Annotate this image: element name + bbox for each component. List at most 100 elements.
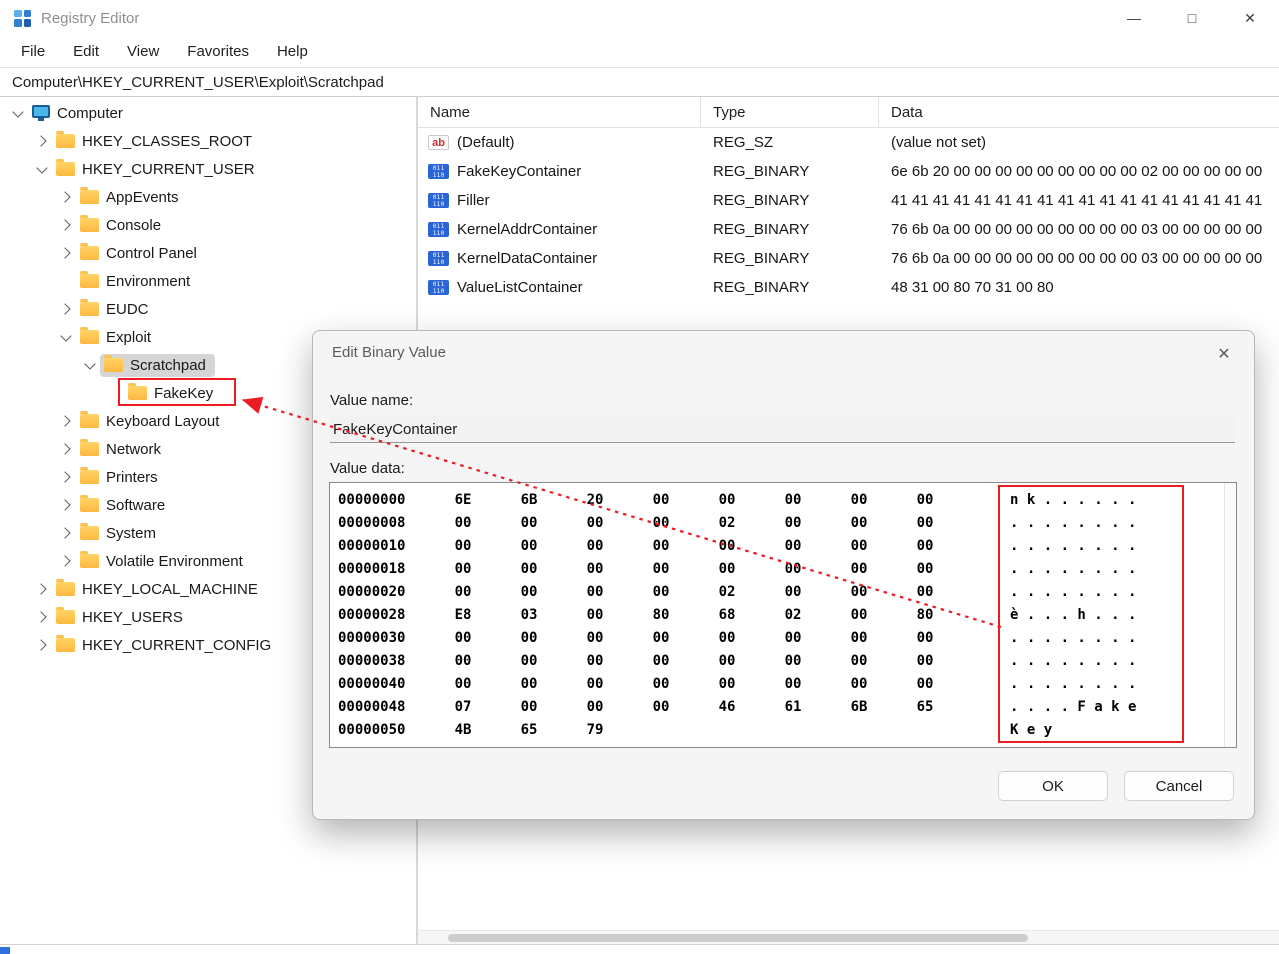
hex-byte[interactable]: 6E xyxy=(430,492,496,508)
chevron-down-icon[interactable] xyxy=(56,335,76,340)
hex-byte[interactable]: 00 xyxy=(892,561,958,577)
dialog-close-icon[interactable]: ✕ xyxy=(1208,340,1240,368)
hex-ascii[interactable]: . . . . . . . . xyxy=(958,561,1223,577)
hex-byte[interactable]: 00 xyxy=(628,492,694,508)
hex-byte[interactable]: 00 xyxy=(694,676,760,692)
hex-byte[interactable]: 00 xyxy=(826,676,892,692)
chevron-right-icon[interactable] xyxy=(56,417,76,425)
horizontal-scrollbar-thumb[interactable] xyxy=(448,934,1028,942)
hex-byte[interactable]: 80 xyxy=(892,607,958,623)
chevron-down-icon[interactable] xyxy=(80,363,100,368)
list-row-kerneldatacontainer[interactable]: 011110KernelDataContainerREG_BINARY76 6b… xyxy=(418,244,1279,273)
chevron-right-icon[interactable] xyxy=(32,613,52,621)
hex-byte[interactable]: 00 xyxy=(826,538,892,554)
list-row-valuelistcontainer[interactable]: 011110ValueListContainerREG_BINARY48 31 … xyxy=(418,273,1279,302)
hex-byte[interactable]: 00 xyxy=(826,561,892,577)
hex-byte[interactable]: 00 xyxy=(430,584,496,600)
hex-byte[interactable]: 00 xyxy=(430,561,496,577)
hex-byte[interactable]: E8 xyxy=(430,607,496,623)
hex-byte[interactable]: 07 xyxy=(430,699,496,715)
hex-byte[interactable]: 61 xyxy=(760,699,826,715)
hex-byte[interactable]: 00 xyxy=(760,653,826,669)
hex-byte[interactable]: 00 xyxy=(826,653,892,669)
hex-byte[interactable]: 00 xyxy=(628,584,694,600)
minimize-icon[interactable]: — xyxy=(1105,0,1163,36)
chevron-right-icon[interactable] xyxy=(56,445,76,453)
horizontal-scrollbar-track[interactable] xyxy=(418,930,1279,944)
chevron-right-icon[interactable] xyxy=(56,221,76,229)
menu-item-favorites[interactable]: Favorites xyxy=(174,39,262,64)
hex-byte[interactable]: 00 xyxy=(430,630,496,646)
hex-byte[interactable]: 00 xyxy=(760,676,826,692)
hex-byte[interactable]: 00 xyxy=(760,515,826,531)
hex-byte[interactable]: 20 xyxy=(562,492,628,508)
hex-ascii[interactable]: . . . . . . . . xyxy=(958,515,1223,531)
hex-byte[interactable]: 00 xyxy=(826,630,892,646)
hex-byte[interactable]: 00 xyxy=(496,676,562,692)
hex-byte[interactable]: 00 xyxy=(892,653,958,669)
hex-byte[interactable]: 4B xyxy=(430,722,496,738)
list-row-kerneladdrcontainer[interactable]: 011110KernelAddrContainerREG_BINARY76 6b… xyxy=(418,215,1279,244)
hex-byte[interactable]: 00 xyxy=(496,584,562,600)
hex-byte[interactable]: 00 xyxy=(562,515,628,531)
hex-byte[interactable]: 00 xyxy=(628,676,694,692)
hex-byte[interactable]: 00 xyxy=(826,515,892,531)
hex-byte[interactable]: 00 xyxy=(562,561,628,577)
hex-byte[interactable]: 00 xyxy=(496,561,562,577)
hex-byte[interactable]: 00 xyxy=(496,653,562,669)
chevron-right-icon[interactable] xyxy=(56,249,76,257)
column-header-data[interactable]: Data xyxy=(879,97,1279,127)
hex-byte[interactable]: 00 xyxy=(496,699,562,715)
hex-byte[interactable]: 00 xyxy=(496,515,562,531)
hex-byte[interactable]: 00 xyxy=(628,538,694,554)
hex-byte[interactable]: 00 xyxy=(562,538,628,554)
hex-byte[interactable]: 00 xyxy=(826,607,892,623)
column-header-type[interactable]: Type xyxy=(701,97,879,127)
hex-byte[interactable]: 68 xyxy=(694,607,760,623)
hex-ascii[interactable]: . . . . . . . . xyxy=(958,676,1223,692)
chevron-right-icon[interactable] xyxy=(56,305,76,313)
list-row-fakekeycontainer[interactable]: 011110FakeKeyContainerREG_BINARY6e 6b 20… xyxy=(418,157,1279,186)
hex-byte[interactable]: 00 xyxy=(562,584,628,600)
hex-byte[interactable]: 6B xyxy=(496,492,562,508)
hex-byte[interactable]: 00 xyxy=(628,653,694,669)
hex-byte[interactable]: 00 xyxy=(760,630,826,646)
hex-byte[interactable]: 00 xyxy=(430,653,496,669)
hex-byte[interactable]: 65 xyxy=(496,722,562,738)
hex-byte[interactable]: 00 xyxy=(826,584,892,600)
hex-ascii[interactable]: n k . . . . . . xyxy=(958,492,1223,508)
maximize-icon[interactable]: □ xyxy=(1163,0,1221,36)
hex-ascii[interactable]: è . . . h . . . xyxy=(958,607,1223,623)
column-header-name[interactable]: Name xyxy=(418,97,701,127)
value-name-field[interactable]: FakeKeyContainer xyxy=(330,416,1235,443)
hex-byte[interactable]: 03 xyxy=(496,607,562,623)
hex-ascii[interactable]: . . . . F a k e xyxy=(958,699,1223,715)
hex-byte[interactable]: 00 xyxy=(496,630,562,646)
hex-byte[interactable]: 00 xyxy=(430,515,496,531)
list-row-filler[interactable]: 011110FillerREG_BINARY41 41 41 41 41 41 … xyxy=(418,186,1279,215)
menu-item-view[interactable]: View xyxy=(114,39,172,64)
hex-byte[interactable]: 00 xyxy=(892,676,958,692)
hex-editor[interactable]: 000000006E6B200000000000n k . . . . . .0… xyxy=(329,482,1237,748)
hex-byte[interactable]: 00 xyxy=(892,630,958,646)
hex-byte[interactable]: 00 xyxy=(628,699,694,715)
hex-vertical-scrollbar[interactable] xyxy=(1224,483,1236,747)
chevron-right-icon[interactable] xyxy=(56,501,76,509)
hex-byte[interactable]: 79 xyxy=(562,722,628,738)
hex-byte[interactable]: 00 xyxy=(694,653,760,669)
hex-ascii[interactable]: . . . . . . . . xyxy=(958,653,1223,669)
chevron-right-icon[interactable] xyxy=(56,473,76,481)
ok-button[interactable]: OK xyxy=(998,771,1108,801)
chevron-down-icon[interactable] xyxy=(32,167,52,172)
tree-item-console[interactable]: Console xyxy=(0,211,416,239)
hex-byte[interactable]: 00 xyxy=(694,561,760,577)
chevron-right-icon[interactable] xyxy=(32,585,52,593)
hex-byte[interactable]: 00 xyxy=(628,515,694,531)
tree-item-hkey-classes-root[interactable]: HKEY_CLASSES_ROOT xyxy=(0,127,416,155)
hex-byte[interactable]: 00 xyxy=(892,538,958,554)
hex-byte[interactable]: 00 xyxy=(628,630,694,646)
hex-byte[interactable]: 00 xyxy=(892,492,958,508)
hex-byte[interactable]: 00 xyxy=(760,538,826,554)
hex-byte[interactable]: 00 xyxy=(694,492,760,508)
close-icon[interactable]: ✕ xyxy=(1221,0,1279,36)
